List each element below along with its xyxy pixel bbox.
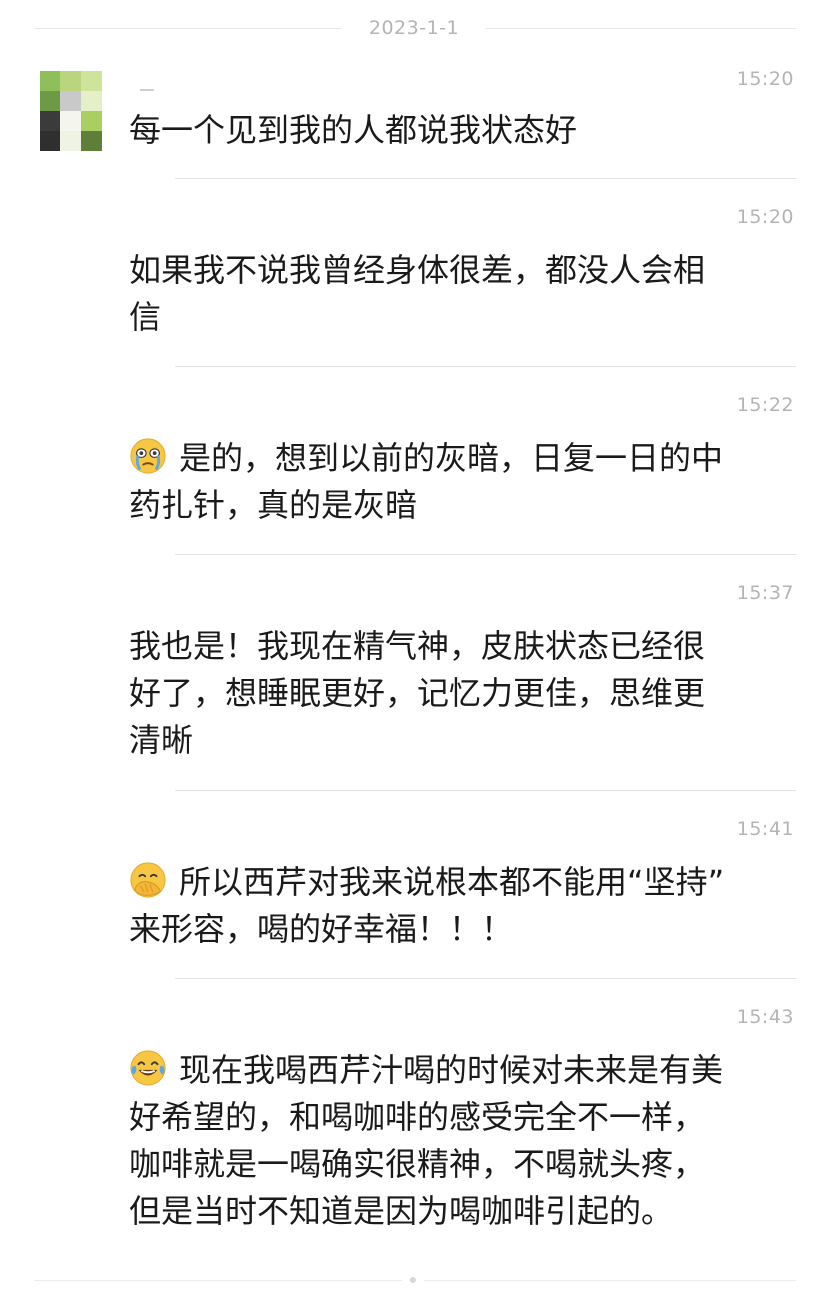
- message-time: 15:43: [736, 1006, 794, 1028]
- message-item[interactable]: 15:20 每一个见到我的人都说我状态好: [0, 64, 828, 174]
- message-time: 15:20: [736, 68, 794, 90]
- date-separator-label: 2023-1-1: [368, 17, 460, 39]
- message-text: 如果我不说我曾经身体很差，都没人会相 信: [129, 251, 706, 336]
- bottom-divider-left: [34, 1280, 402, 1281]
- message-time: 15:20: [736, 206, 794, 228]
- date-separator-line-left: [34, 28, 342, 29]
- message-text: 我也是！我现在精气神，皮肤状态已经很 好了，想睡眠更好，记忆力更佳，思维更 清晰: [129, 627, 706, 759]
- message-text: 是的，想到以前的灰暗，日复一日的中 药扎针，真的是灰暗: [129, 435, 789, 529]
- message-divider: [175, 178, 796, 179]
- message-item[interactable]: 15:37 我也是！我现在精气神，皮肤状态已经很 好了，想睡眠更好，记忆力更佳，…: [0, 578, 828, 778]
- message-time: 15:22: [736, 394, 794, 416]
- message-text-content: 所以西芹对我来说根本都不能用“坚持” 来形容，喝的好幸福！！！: [129, 863, 725, 948]
- message-item[interactable]: 15:20 如果我不说我曾经身体很差，都没人会相 信: [0, 202, 828, 352]
- message-text: 现在我喝西芹汁喝的时候对未来是有美 好希望的，和喝咖啡的感受完全不一样， 咖啡就…: [129, 1047, 789, 1235]
- message-divider: [175, 366, 796, 367]
- message-text-content: 现在我喝西芹汁喝的时候对未来是有美 好希望的，和喝咖啡的感受完全不一样， 咖啡就…: [129, 1051, 724, 1230]
- date-separator-line-right: [486, 28, 796, 29]
- crying-face-icon: [130, 438, 166, 474]
- bottom-divider-dot: [410, 1277, 416, 1283]
- message-item[interactable]: 15:41 所以西芹对我来说根本都不能用“坚持” 来形容，喝的好幸福！！！: [0, 814, 828, 964]
- message-time: 15:37: [736, 582, 794, 604]
- message-divider: [175, 554, 796, 555]
- message-text: 所以西芹对我来说根本都不能用“坚持” 来形容，喝的好幸福！！！: [129, 859, 789, 953]
- tears-of-joy-icon: [130, 1050, 166, 1086]
- message-divider: [175, 978, 796, 979]
- bottom-divider-right: [424, 1280, 796, 1281]
- message-text: 每一个见到我的人都说我状态好: [129, 111, 578, 149]
- message-item[interactable]: 15:43 现在我喝西芹汁喝的时候对未来是有美 好希望的，和喝咖啡的感受完全不一…: [0, 1002, 828, 1252]
- message-text-content: 是的，想到以前的灰暗，日复一日的中 药扎针，真的是灰暗: [129, 439, 724, 524]
- message-item[interactable]: 15:22 是的，想到以前的灰暗，日复一日的中 药扎针，真的是灰暗: [0, 390, 828, 540]
- message-time: 15:41: [736, 818, 794, 840]
- message-divider: [175, 790, 796, 791]
- date-separator: 2023-1-1: [0, 14, 828, 44]
- face-palm-icon: [130, 862, 166, 898]
